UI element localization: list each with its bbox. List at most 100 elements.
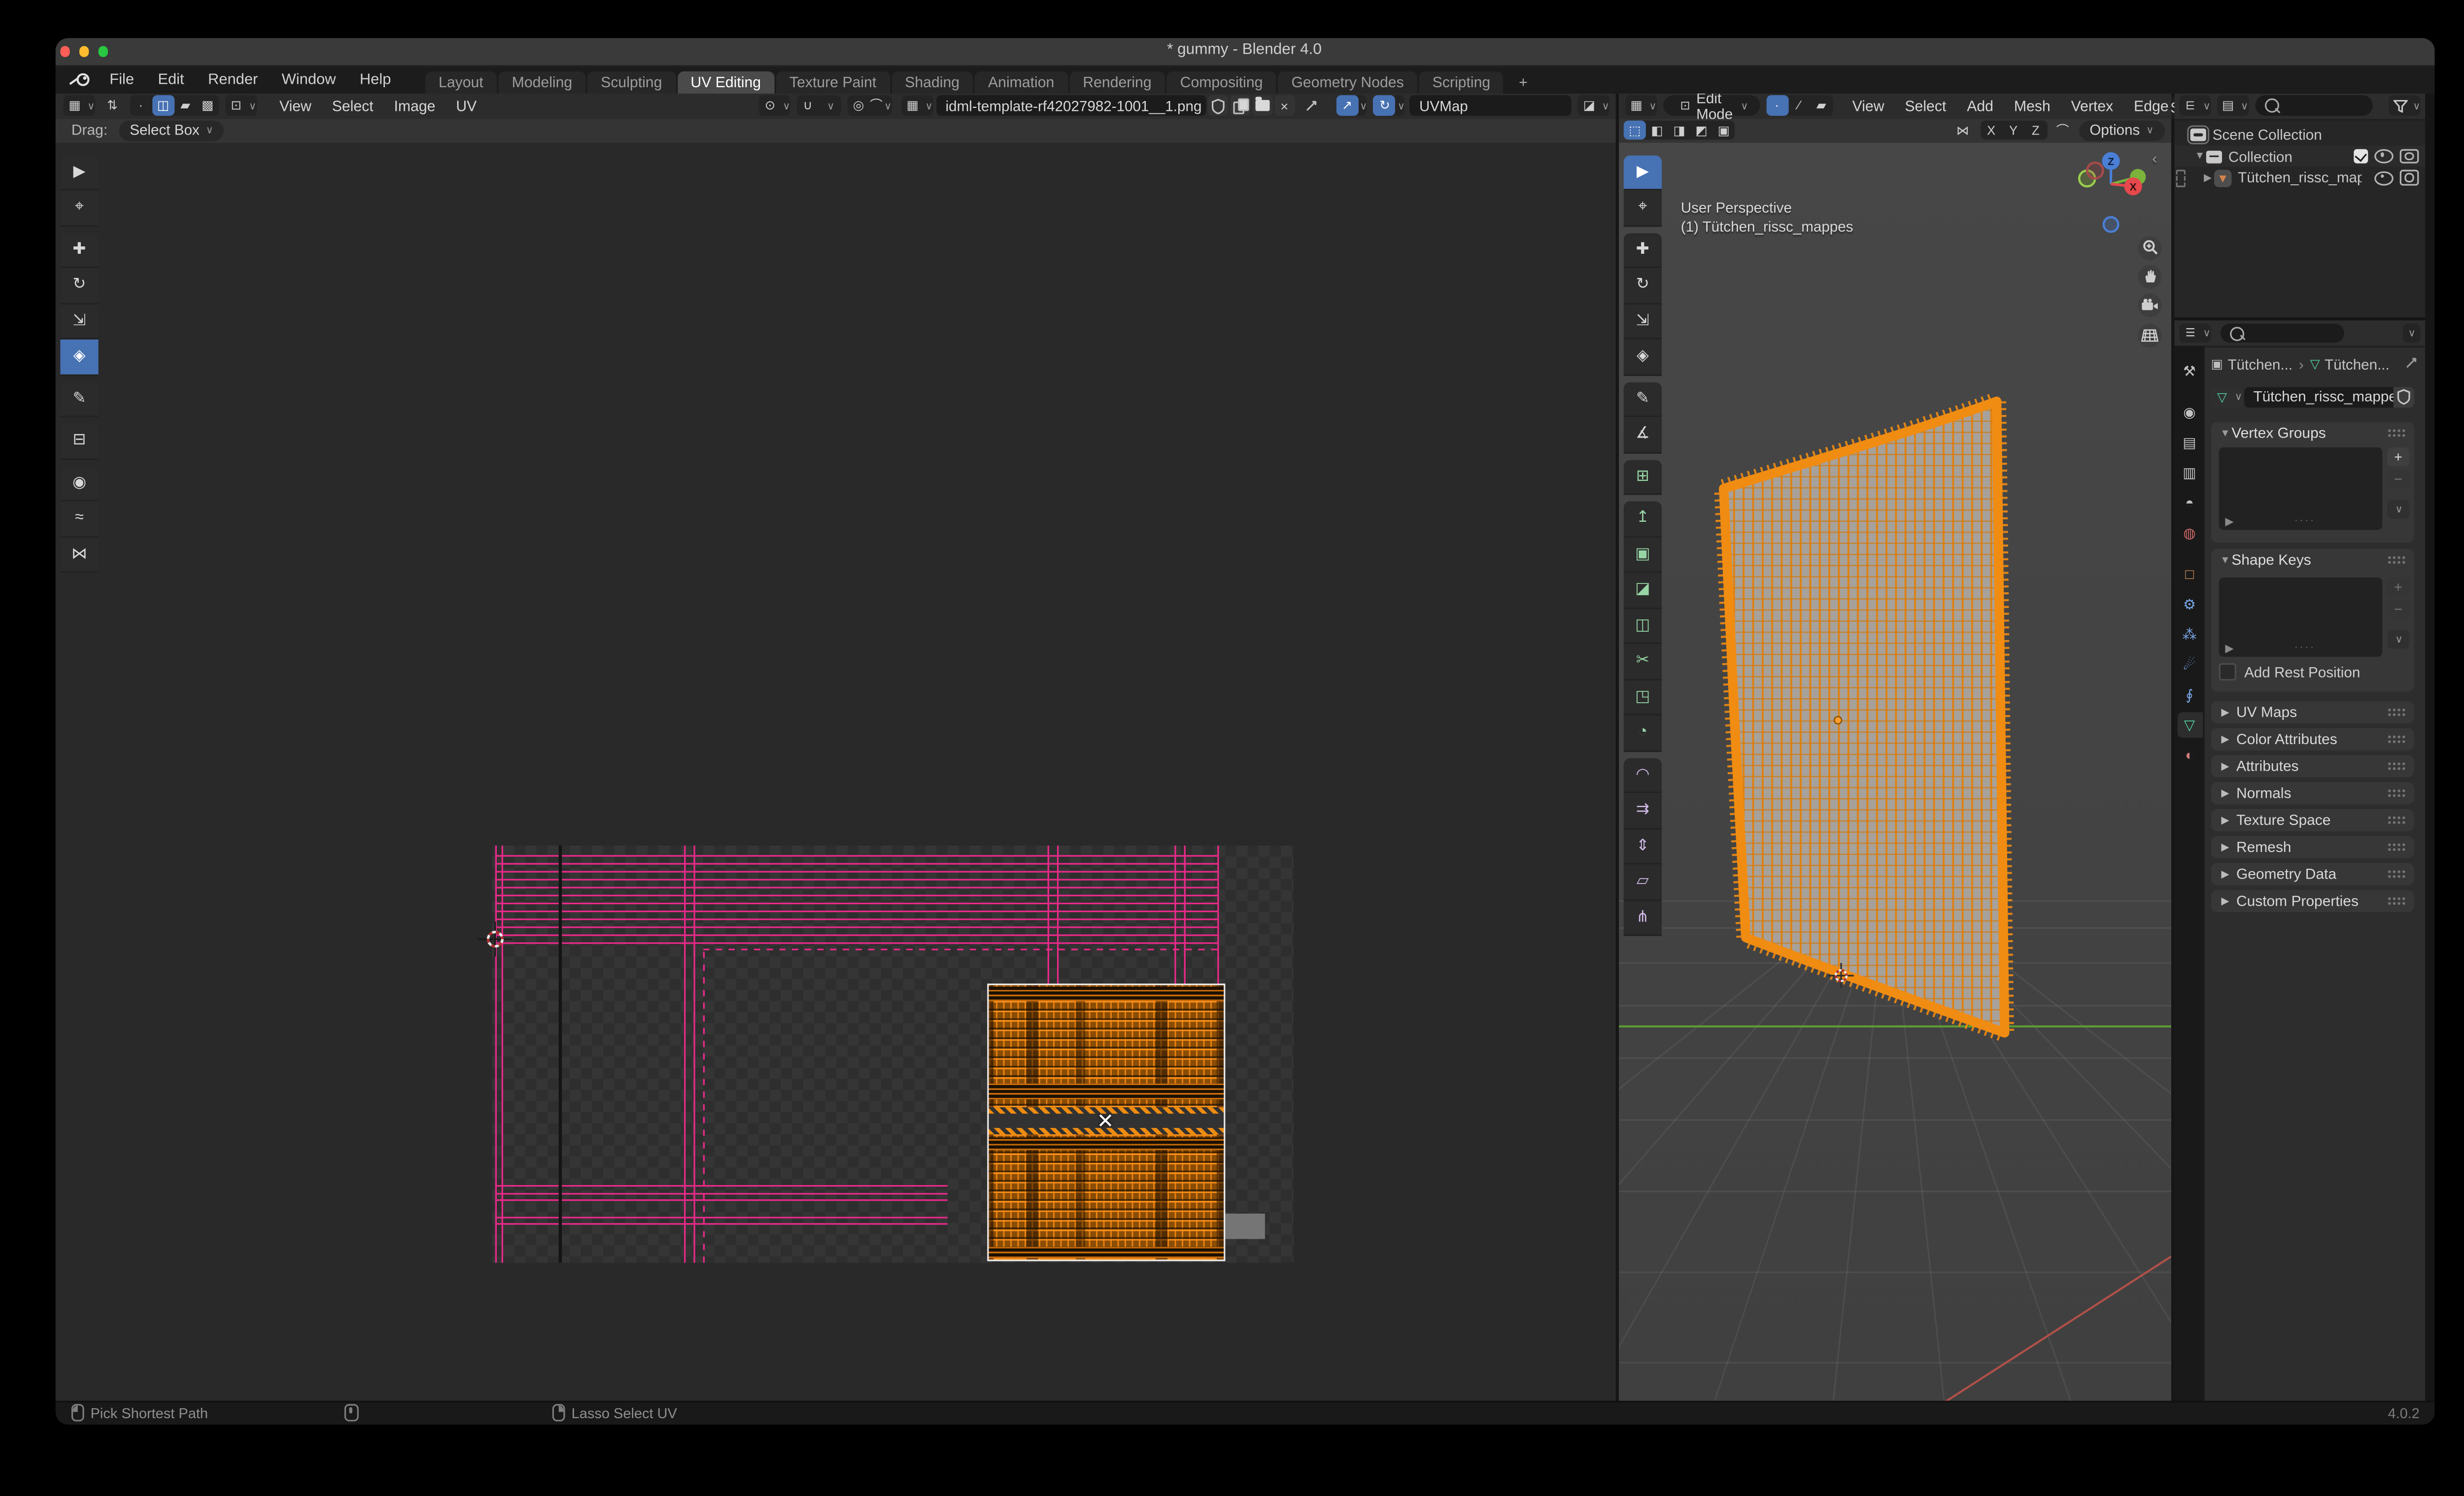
tool-loop-cut[interactable]: ◫: [1623, 608, 1662, 645]
uv-sync-select-toggle[interactable]: ⇅: [101, 96, 123, 115]
tool-grab-brush[interactable]: ◉: [60, 465, 99, 502]
viewport-menu-view[interactable]: View: [1842, 97, 1895, 114]
panel-collapsed-geometry-data[interactable]: ▶ Geometry Data: [2211, 863, 2414, 884]
tool-scale[interactable]: ⇲: [60, 304, 99, 340]
workspace-tab-animation[interactable]: Animation: [974, 70, 1068, 93]
properties-tab-object[interactable]: □: [2177, 562, 2202, 587]
expand-caret-icon[interactable]: ▶: [2201, 171, 2214, 184]
panel-collapsed-remesh[interactable]: ▶ Remesh: [2211, 836, 2414, 858]
panel-collapsed-texture-space[interactable]: ▶ Texture Space: [2211, 809, 2414, 831]
pin-id-icon[interactable]: [2404, 355, 2419, 373]
viewport-canvas[interactable]: User Perspective (1) Tütchen_rissc_mappe…: [1619, 142, 2171, 1403]
add-workspace-button[interactable]: +: [1506, 70, 1541, 93]
mode-dropdown[interactable]: ⊡ Edit Mode ∨: [1663, 93, 1760, 121]
properties-tab-world[interactable]: ◍: [2177, 520, 2202, 546]
collection-checkbox[interactable]: [2354, 149, 2368, 164]
uv-menu-uv[interactable]: UV: [445, 97, 487, 114]
hide-eye-icon[interactable]: [2374, 170, 2394, 185]
fake-user-shield-button[interactable]: [1207, 95, 1228, 116]
properties-editor-type-dropdown[interactable]: ☰ ∨: [2179, 323, 2211, 343]
proportional-falloff-dropdown[interactable]: ⌒ ∨: [870, 96, 892, 115]
edge-select-button[interactable]: ∕: [1788, 96, 1810, 115]
shape-key-specials-dropdown[interactable]: ∨: [2387, 630, 2410, 649]
select-intersect-button[interactable]: ▣: [1712, 120, 1735, 140]
properties-tab-modifiers[interactable]: ⚙: [2177, 592, 2202, 617]
tool-poly-build[interactable]: ◳: [1623, 680, 1662, 715]
panel-collapsed-normals[interactable]: ▶ Normals: [2211, 782, 2414, 804]
workspace-tab-scripting[interactable]: Scripting: [1419, 70, 1504, 93]
workspace-tab-texture-paint[interactable]: Texture Paint: [776, 70, 890, 93]
breadcrumb-data[interactable]: Tütchen...: [2325, 356, 2390, 372]
vertex-select-button[interactable]: ∙: [1766, 95, 1788, 116]
select-extend-button[interactable]: ◧: [1646, 120, 1668, 140]
properties-tab-constraints[interactable]: ∮: [2177, 682, 2202, 708]
vertex-group-specials-dropdown[interactable]: ∨: [2387, 500, 2410, 519]
tool-knife[interactable]: ✂: [1623, 644, 1662, 680]
workspace-tab-uv-editing[interactable]: UV Editing: [677, 70, 775, 93]
tool-smooth[interactable]: ◠: [1623, 757, 1662, 793]
gizmo-minus-y-ball[interactable]: [2086, 161, 2104, 179]
properties-tab-physics[interactable]: ☄: [2177, 652, 2202, 678]
select-set-button[interactable]: ⬚: [1623, 120, 1646, 140]
outliner-filter-dropdown[interactable]: ∨: [2389, 95, 2421, 116]
uv-select-vertex-button[interactable]: ·: [130, 96, 152, 115]
symmetry-z-toggle[interactable]: Z: [2024, 120, 2047, 140]
edited-mesh-plane[interactable]: [1714, 391, 2015, 1042]
tool-move[interactable]: ✚: [60, 232, 99, 269]
properties-tab-scene[interactable]: ◓: [2177, 490, 2202, 516]
select-difference-button[interactable]: ◩: [1690, 120, 1712, 140]
tool-rip-region[interactable]: ⊟: [60, 423, 99, 460]
add-shape-key-button[interactable]: +: [2387, 577, 2410, 597]
gizmo-minus-z-ball[interactable]: [2102, 215, 2120, 233]
outliner-search-field[interactable]: [2255, 95, 2372, 116]
proportional-edit-toggle[interactable]: ◎ ⌒ ∨: [847, 95, 892, 116]
open-image-button[interactable]: [1252, 95, 1273, 116]
sticky-selection-dropdown[interactable]: ⊡ ∨: [225, 95, 257, 116]
menu-window[interactable]: Window: [270, 66, 347, 93]
snap-target-dropdown[interactable]: ∨: [819, 96, 841, 115]
properties-tab-output[interactable]: ▤: [2177, 430, 2202, 455]
title-bar[interactable]: * gummy - Blender 4.0: [55, 37, 2434, 66]
properties-tab-tool[interactable]: ⚒: [2177, 359, 2202, 384]
panel-grip-icon[interactable]: [2387, 555, 2406, 565]
tool-select-box[interactable]: ▶: [1623, 154, 1662, 191]
add-vertex-group-button[interactable]: +: [2387, 447, 2410, 467]
tool-annotate[interactable]: ✎: [1623, 381, 1662, 417]
menu-file[interactable]: File: [98, 66, 146, 93]
viewport-menu-vertex[interactable]: Vertex: [2061, 97, 2123, 114]
workspace-tab-sculpting[interactable]: Sculpting: [587, 70, 676, 93]
viewport-menu-mesh[interactable]: Mesh: [2004, 97, 2061, 114]
properties-tab-render[interactable]: ◉: [2177, 400, 2202, 425]
browse-mesh-dropdown[interactable]: ▽ ∨: [2211, 387, 2243, 407]
outliner-display-mode-dropdown[interactable]: ⋿ ∨: [2179, 95, 2211, 116]
symmetry-x-toggle[interactable]: X: [1980, 120, 2002, 140]
tool-add-cube[interactable]: ⊞: [1623, 459, 1662, 495]
symmetry-y-toggle[interactable]: Y: [2002, 120, 2024, 140]
tool-cursor-2d[interactable]: ⌖: [60, 190, 99, 226]
viewport-menu-select[interactable]: Select: [1894, 97, 1956, 114]
browse-image-dropdown[interactable]: ▦ ∨: [901, 95, 933, 116]
outliner-row-object[interactable]: ▶ ▼ Tütchen_rissc_mappe: [2174, 168, 2425, 188]
fake-user-shield-button[interactable]: [2393, 387, 2414, 407]
properties-tab-material[interactable]: ◐: [2177, 743, 2202, 768]
panel-collapsed-custom-properties[interactable]: ▶ Custom Properties: [2211, 890, 2414, 912]
tool-move[interactable]: ✚: [1623, 232, 1662, 269]
panel-collapsed-uv-maps[interactable]: ▶ UV Maps: [2211, 701, 2414, 723]
uv-select-island-button[interactable]: ▩: [197, 96, 219, 115]
list-expand-caret[interactable]: ▶: [2225, 643, 2233, 655]
properties-tab-view-layer[interactable]: ▥: [2177, 460, 2202, 486]
uv-menu-view[interactable]: View: [269, 97, 322, 114]
uv-select-edge-button[interactable]: ◫: [152, 95, 174, 116]
workspace-tab-layout[interactable]: Layout: [425, 70, 497, 93]
uv-canvas[interactable]: ✕: [55, 142, 1616, 1403]
hide-eye-icon[interactable]: [2374, 149, 2394, 164]
viewport-menu-edge[interactable]: Edge: [2123, 97, 2171, 114]
outliner-row-scene-collection[interactable]: Scene Collection: [2174, 125, 2425, 145]
workspace-tab-rendering[interactable]: Rendering: [1069, 70, 1165, 93]
tool-relax-brush[interactable]: ≈: [60, 501, 99, 537]
panel-title[interactable]: Vertex Groups: [2231, 425, 2326, 441]
panel-grip-icon[interactable]: [2387, 428, 2406, 438]
tool-shear[interactable]: ▱: [1623, 864, 1662, 901]
new-image-button[interactable]: [1230, 95, 1250, 116]
drag-mode-dropdown[interactable]: Select Box ∨: [118, 120, 225, 140]
